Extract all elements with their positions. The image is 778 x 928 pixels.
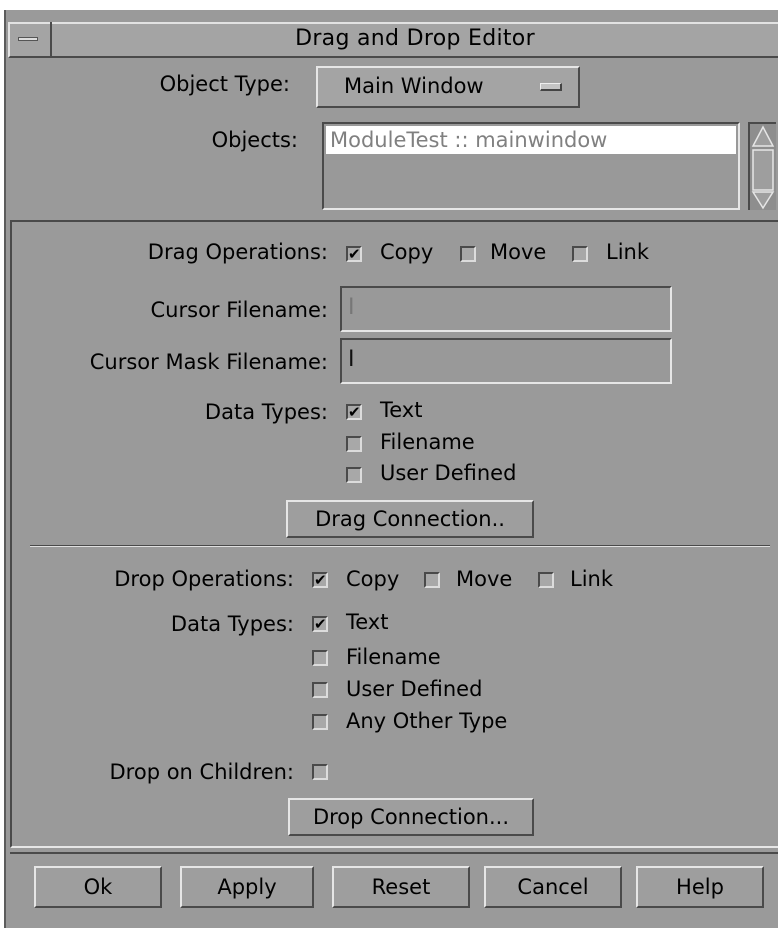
objects-label: Objects:	[211, 128, 298, 152]
drop-copy-label: Copy	[346, 567, 400, 591]
object-type-value: Main Window	[344, 74, 484, 98]
apply-button[interactable]: Apply	[180, 866, 314, 908]
cursor-filename-field[interactable]: I	[340, 286, 672, 332]
drop-move-checkbox[interactable]	[424, 572, 440, 588]
ok-button[interactable]: Ok	[34, 866, 162, 908]
drag-move-label: Move	[490, 240, 547, 264]
drop-on-children-checkbox[interactable]	[312, 764, 328, 780]
drop-move-label: Move	[456, 567, 513, 591]
drag-link-label: Link	[606, 240, 650, 264]
drop-data-types-label: Data Types:	[170, 612, 294, 636]
object-type-option-menu[interactable]: Main Window	[316, 66, 580, 108]
drop-filename-label: Filename	[346, 645, 441, 669]
drag-copy-checkbox[interactable]: ✔	[346, 246, 362, 262]
drop-link-label: Link	[570, 567, 614, 591]
list-item[interactable]: ModuleTest :: mainwindow	[326, 126, 736, 154]
objects-list[interactable]: ModuleTest :: mainwindow	[322, 122, 740, 210]
drop-link-checkbox[interactable]	[538, 572, 554, 588]
text-cursor-icon: I	[348, 295, 355, 320]
cancel-button[interactable]: Cancel	[484, 866, 622, 908]
drag-user-defined-label: User Defined	[380, 461, 517, 485]
drop-copy-checkbox[interactable]: ✔	[312, 572, 328, 588]
help-button[interactable]: Help	[636, 866, 764, 908]
cursor-mask-filename-field[interactable]: I	[340, 338, 672, 384]
scrollbar-arrows-icon	[751, 125, 775, 210]
drop-user-defined-label: User Defined	[346, 677, 483, 701]
drop-text-label: Text	[346, 610, 389, 634]
drag-text-label: Text	[380, 398, 423, 422]
drop-on-children-label: Drop on Children:	[109, 760, 294, 784]
drag-link-checkbox[interactable]	[572, 246, 588, 262]
button-bar-divider	[10, 852, 778, 854]
window-menu-icon	[18, 37, 38, 41]
drag-text-checkbox[interactable]: ✔	[346, 404, 362, 420]
cursor-filename-label: Cursor Filename:	[150, 298, 328, 322]
drag-operations-label: Drag Operations:	[147, 240, 328, 264]
drop-any-other-type-label: Any Other Type	[346, 709, 508, 733]
drop-any-other-type-checkbox[interactable]	[312, 714, 328, 730]
drag-connection-button[interactable]: Drag Connection..	[286, 500, 534, 538]
drag-copy-label: Copy	[380, 240, 434, 264]
drag-move-checkbox[interactable]	[460, 246, 476, 262]
text-cursor-icon: I	[348, 347, 355, 372]
option-menu-indicator-icon	[540, 83, 562, 91]
objects-scrollbar[interactable]	[748, 122, 776, 210]
section-divider	[30, 545, 770, 547]
drag-filename-label: Filename	[380, 430, 475, 454]
drop-connection-button[interactable]: Drop Connection...	[288, 798, 534, 836]
cursor-mask-filename-label: Cursor Mask Filename:	[89, 350, 328, 374]
window-menu-button[interactable]	[10, 22, 52, 56]
window-title: Drag and Drop Editor	[295, 26, 535, 51]
drop-user-defined-checkbox[interactable]	[312, 682, 328, 698]
drop-operations-label: Drop Operations:	[114, 567, 294, 591]
drag-filename-checkbox[interactable]	[346, 436, 362, 452]
reset-button[interactable]: Reset	[332, 866, 470, 908]
object-type-label: Object Type:	[159, 72, 290, 96]
drag-user-defined-checkbox[interactable]	[346, 467, 362, 483]
drop-text-checkbox[interactable]: ✔	[312, 616, 328, 632]
drag-data-types-label: Data Types:	[204, 400, 328, 424]
drop-filename-checkbox[interactable]	[312, 650, 328, 666]
